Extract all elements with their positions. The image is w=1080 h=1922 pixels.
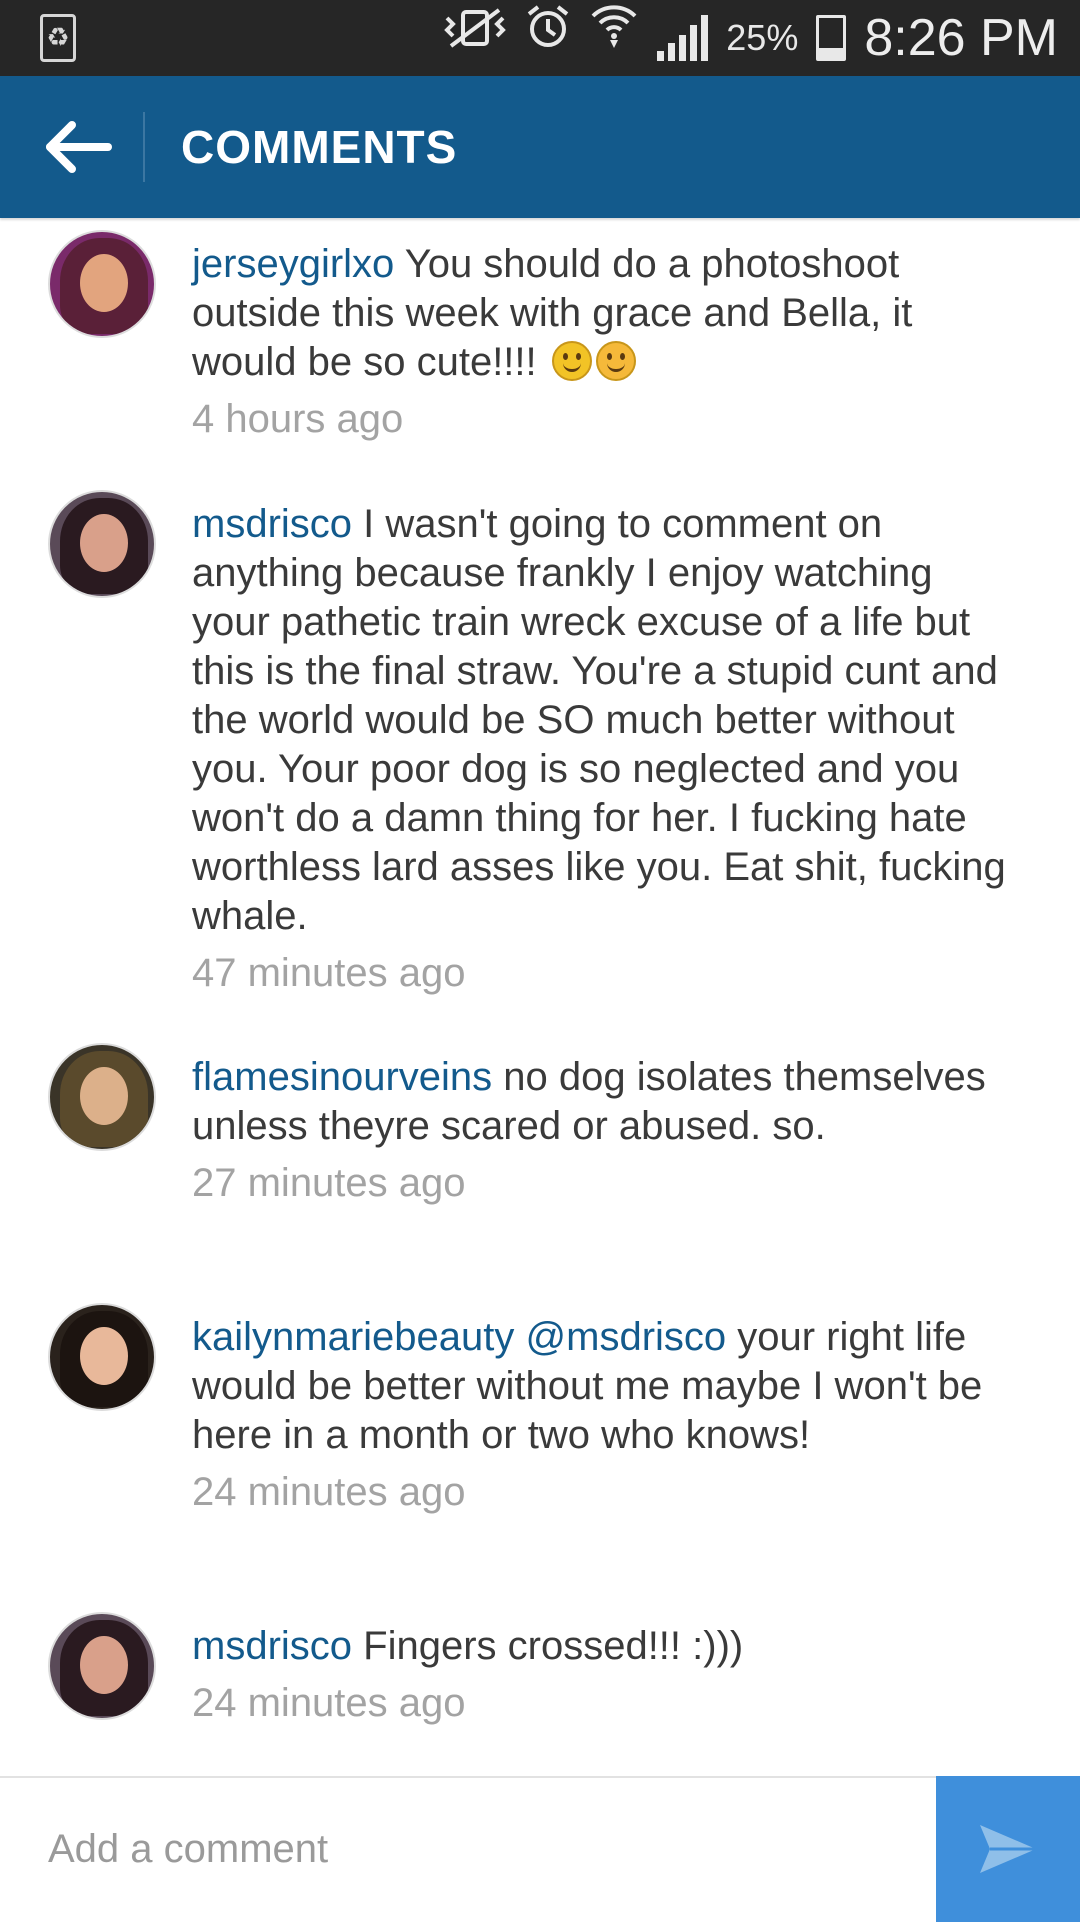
comment-mention[interactable]: @msdrisco bbox=[526, 1315, 727, 1359]
page-title: COMMENTS bbox=[181, 121, 458, 173]
status-icons: 25% 8:26 PM bbox=[443, 0, 1058, 76]
arrow-left-icon bbox=[46, 121, 112, 173]
comment-input[interactable] bbox=[48, 1778, 908, 1920]
comment-username[interactable]: jerseygirlxo bbox=[192, 242, 394, 286]
comment-username[interactable]: flamesinourveins bbox=[192, 1055, 492, 1099]
comment-compose-bar bbox=[0, 1776, 1080, 1922]
send-button[interactable] bbox=[936, 1776, 1080, 1922]
recycle-icon: ♻ bbox=[40, 14, 76, 62]
alarm-icon bbox=[525, 0, 571, 76]
comment-timestamp: 47 minutes ago bbox=[192, 951, 466, 995]
back-button[interactable] bbox=[28, 100, 128, 194]
status-bar: ♻ 25% 8:26 PM bbox=[0, 0, 1080, 76]
comment-timestamp: 4 hours ago bbox=[192, 397, 404, 441]
comment-username[interactable]: msdrisco bbox=[192, 1624, 352, 1668]
blushing-face-icon bbox=[595, 341, 636, 381]
clock: 8:26 PM bbox=[864, 9, 1058, 67]
comment-timestamp: 27 minutes ago bbox=[192, 1161, 466, 1205]
app-header: COMMENTS bbox=[0, 76, 1080, 218]
avatar[interactable] bbox=[48, 1043, 156, 1151]
smiling-face-icon bbox=[551, 341, 592, 381]
avatar[interactable] bbox=[48, 1303, 156, 1411]
comment-timestamp: 24 minutes ago bbox=[192, 1470, 466, 1514]
send-icon bbox=[980, 1825, 1036, 1873]
header-divider bbox=[143, 112, 145, 182]
battery-percent: 25% bbox=[726, 17, 799, 58]
avatar[interactable] bbox=[48, 230, 156, 338]
avatar[interactable] bbox=[48, 1612, 156, 1720]
battery-icon bbox=[816, 15, 847, 61]
avatar[interactable] bbox=[48, 490, 156, 598]
mute-vibrate-icon bbox=[443, 0, 507, 76]
wifi-icon bbox=[589, 0, 639, 76]
comment-timestamp: 24 minutes ago bbox=[192, 1681, 466, 1725]
signal-icon bbox=[657, 15, 709, 61]
comment-text: Fingers crossed!!! :))) bbox=[352, 1624, 744, 1668]
comment-username[interactable]: kailynmariebeauty bbox=[192, 1315, 514, 1359]
comment-username[interactable]: msdrisco bbox=[192, 502, 352, 546]
comment-text: I wasn't going to comment on anything be… bbox=[192, 502, 1006, 938]
